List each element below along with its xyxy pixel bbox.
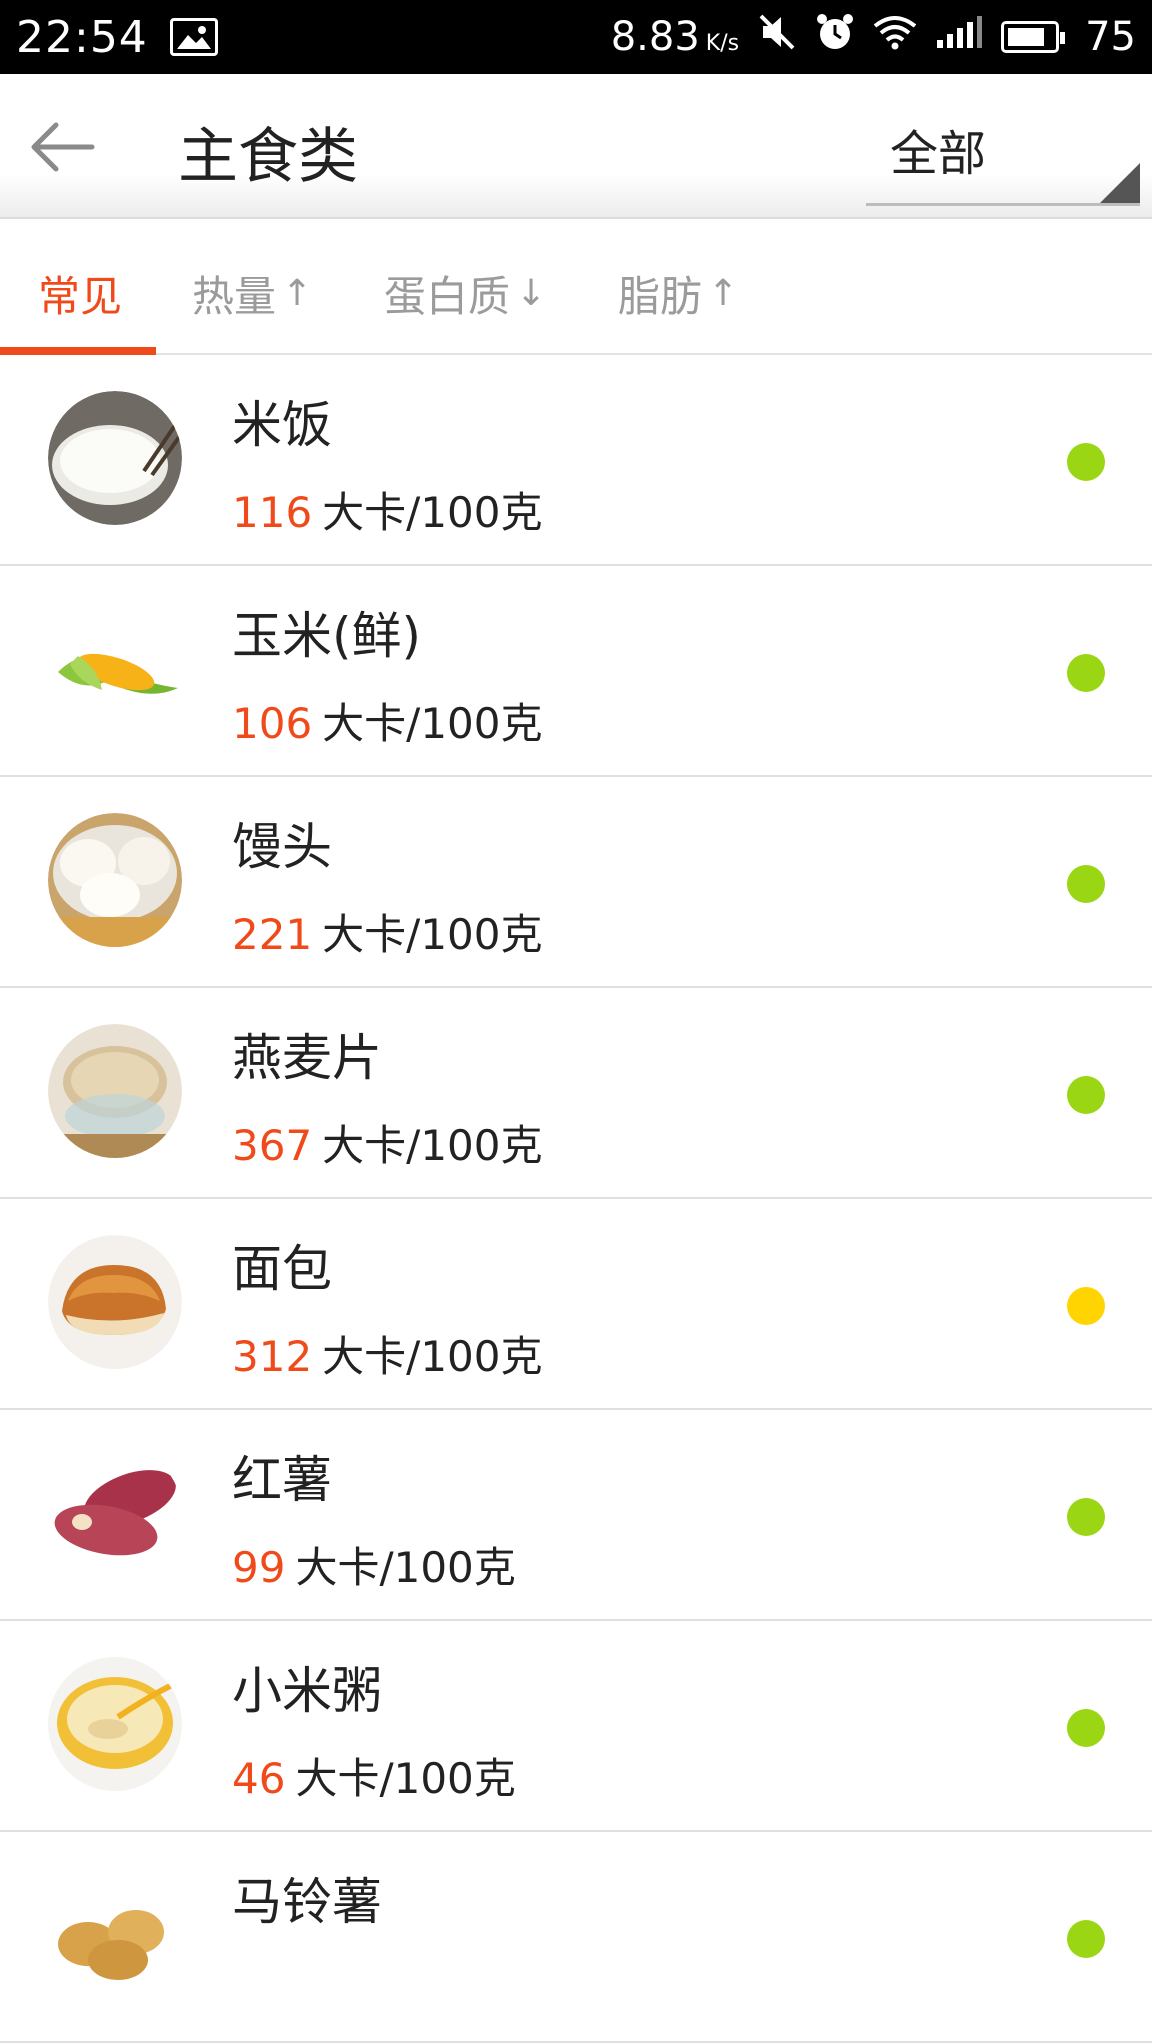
image-notification-icon bbox=[169, 18, 218, 56]
calorie-value: 221 bbox=[232, 910, 313, 959]
sort-up-arrow-icon: ↑ bbox=[708, 273, 739, 314]
food-name: 马铃薯 bbox=[232, 1873, 382, 1931]
back-button[interactable] bbox=[26, 112, 96, 182]
calorie-unit: 大卡/100克 bbox=[295, 1543, 516, 1592]
tab-fat[interactable]: 脂肪 ↑ bbox=[618, 263, 738, 324]
health-indicator-dot bbox=[1067, 1498, 1105, 1536]
food-name: 米饭 bbox=[232, 396, 332, 454]
tab-calories-label: 热量 bbox=[192, 272, 277, 321]
food-row-rice[interactable]: 米饭 116 大卡/100克 bbox=[0, 355, 1152, 566]
calorie-unit: 大卡/100克 bbox=[295, 1754, 516, 1803]
battery-level: 75 bbox=[1085, 14, 1136, 60]
food-name: 玉米(鲜) bbox=[232, 607, 422, 665]
food-row-millet-porridge[interactable]: 小米粥 46 大卡/100克 bbox=[0, 1621, 1152, 1832]
food-name: 馒头 bbox=[232, 818, 332, 876]
food-calories: 99 大卡/100克 bbox=[232, 1534, 516, 1595]
food-list: 米饭 116 大卡/100克 玉米(鲜) 106 大卡/100克 馒头 221 … bbox=[0, 355, 1152, 2043]
active-tab-indicator bbox=[0, 347, 156, 355]
dropdown-corner-icon bbox=[1100, 163, 1140, 203]
food-calories: 46 大卡/100克 bbox=[232, 1745, 516, 1806]
food-calories: 221 大卡/100克 bbox=[232, 901, 543, 962]
millet-porridge-thumbnail bbox=[48, 1657, 182, 1791]
health-indicator-dot bbox=[1067, 1920, 1105, 1958]
back-arrow-icon bbox=[31, 122, 95, 172]
health-indicator-dot bbox=[1067, 865, 1105, 903]
category-filter-dropdown[interactable]: 全部 bbox=[866, 104, 1140, 206]
battery-icon bbox=[1001, 21, 1066, 53]
calorie-unit: 大卡/100克 bbox=[322, 910, 543, 959]
sort-tabs: 常见 热量 ↑ 蛋白质 ↓ 脂肪 ↑ bbox=[0, 219, 1152, 355]
calorie-unit: 大卡/100克 bbox=[322, 699, 543, 748]
wifi-icon bbox=[873, 14, 917, 60]
health-indicator-dot bbox=[1067, 1076, 1105, 1114]
food-calories: 116 大卡/100克 bbox=[232, 479, 543, 540]
calorie-unit: 大卡/100克 bbox=[322, 1332, 543, 1381]
tab-protein[interactable]: 蛋白质 ↓ bbox=[384, 263, 546, 324]
tab-common-label: 常见 bbox=[38, 272, 123, 321]
category-filter-label: 全部 bbox=[890, 126, 987, 182]
tab-common[interactable]: 常见 bbox=[38, 263, 122, 324]
page-title: 主食类 bbox=[178, 122, 358, 192]
food-name: 小米粥 bbox=[232, 1662, 382, 1720]
signal-icon bbox=[935, 14, 983, 60]
health-indicator-dot bbox=[1067, 654, 1105, 692]
mute-icon bbox=[757, 12, 797, 62]
potato-thumbnail bbox=[48, 1868, 182, 2002]
food-row-sweet-potato[interactable]: 红薯 99 大卡/100克 bbox=[0, 1410, 1152, 1621]
food-name: 燕麦片 bbox=[232, 1029, 382, 1087]
sort-up-arrow-icon: ↑ bbox=[282, 273, 313, 314]
corn-thumbnail bbox=[48, 602, 182, 736]
tab-calories[interactable]: 热量 ↑ bbox=[192, 263, 312, 324]
calorie-unit: 大卡/100克 bbox=[322, 488, 543, 537]
status-time: 22:54 bbox=[16, 11, 148, 63]
tab-protein-label: 蛋白质 bbox=[384, 272, 511, 321]
food-row-potato[interactable]: 马铃薯 bbox=[0, 1832, 1152, 2043]
calorie-unit: 大卡/100克 bbox=[322, 1121, 543, 1170]
food-calories: 312 大卡/100克 bbox=[232, 1323, 543, 1384]
health-indicator-dot bbox=[1067, 1709, 1105, 1747]
calorie-value: 116 bbox=[232, 488, 313, 537]
oatmeal-thumbnail bbox=[48, 1024, 182, 1158]
health-indicator-dot bbox=[1067, 443, 1105, 481]
alarm-icon bbox=[815, 12, 855, 62]
calorie-value: 46 bbox=[232, 1754, 286, 1803]
calorie-value: 99 bbox=[232, 1543, 286, 1592]
status-bar: 22:54 8.83 K/s 75 bbox=[0, 0, 1152, 74]
rice-thumbnail bbox=[48, 391, 182, 525]
food-calories: 106 大卡/100克 bbox=[232, 690, 543, 751]
food-row-steamed-bun[interactable]: 馒头 221 大卡/100克 bbox=[0, 777, 1152, 988]
sort-down-arrow-icon: ↓ bbox=[516, 273, 547, 314]
food-calories: 367 大卡/100克 bbox=[232, 1112, 543, 1173]
food-row-corn[interactable]: 玉米(鲜) 106 大卡/100克 bbox=[0, 566, 1152, 777]
food-row-bread[interactable]: 面包 312 大卡/100克 bbox=[0, 1199, 1152, 1410]
calorie-value: 106 bbox=[232, 699, 313, 748]
food-name: 面包 bbox=[232, 1240, 332, 1298]
food-row-oatmeal[interactable]: 燕麦片 367 大卡/100克 bbox=[0, 988, 1152, 1199]
tab-fat-label: 脂肪 bbox=[618, 272, 703, 321]
health-indicator-dot bbox=[1067, 1287, 1105, 1325]
app-header: 主食类 全部 bbox=[0, 74, 1152, 219]
calorie-value: 312 bbox=[232, 1332, 313, 1381]
food-name: 红薯 bbox=[232, 1451, 332, 1509]
calorie-value: 367 bbox=[232, 1121, 313, 1170]
network-speed-unit: K/s bbox=[705, 31, 740, 56]
sweet-potato-thumbnail bbox=[48, 1446, 182, 1580]
network-speed-value: 8.83 bbox=[610, 14, 700, 60]
network-speed: 8.83 K/s bbox=[611, 14, 739, 60]
bread-thumbnail bbox=[48, 1235, 182, 1369]
steamed-bun-thumbnail bbox=[48, 813, 182, 947]
